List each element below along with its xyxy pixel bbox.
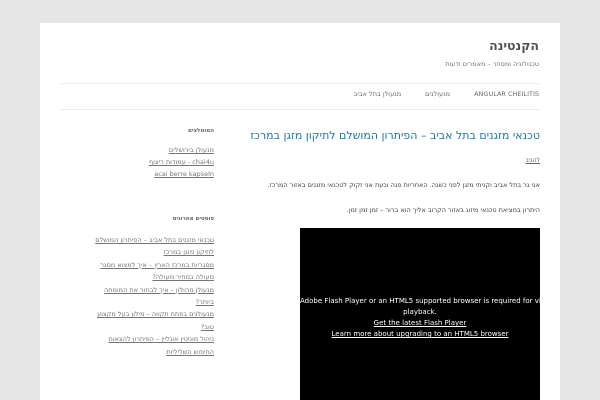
site-title[interactable]: הקנטינה (489, 38, 539, 53)
page-container: הקנטינה טכנולוגיה ומסחר – מאמרים ודעות מ… (40, 23, 560, 400)
recent-post-link[interactable]: ניהול מוניטין אונליין – הפיתרון להצאות (60, 333, 214, 345)
html5-browser-link[interactable]: Learn more about upgrading to an HTML5 b… (300, 329, 540, 340)
nav-item-locksmiths[interactable]: מנעולנים (425, 90, 450, 98)
video-fallback-message: Adobe Flash Player or an HTML5 supported… (300, 296, 554, 340)
widget-link[interactable]: chai4u - עמודות ריצוף (60, 156, 214, 168)
nav-item-angular-cheilitis[interactable]: ANGULAR CHEILITIS (474, 90, 539, 98)
post-title[interactable]: טכנאי מזגנים בתל אביב – הפיתרון המושלם ל… (250, 129, 540, 142)
widget-list-recommended: מנעולן בירושלים chai4u - עמודות ריצוף ac… (60, 144, 214, 180)
video-message-line-1: Adobe Flash Player or an HTML5 supported… (300, 297, 554, 305)
video-message-line-2: playback. (403, 308, 437, 316)
nav-item-locksmith-tel-aviv[interactable]: מנעולן בתל אביב (354, 90, 402, 98)
flash-player-link[interactable]: Get the latest Flash Player (300, 318, 540, 329)
recent-post-link[interactable]: מעולה במחיר מעולה? (60, 271, 214, 283)
recent-post-link[interactable]: מסגריות במרכז הארץ – איך למצוא מסגר (60, 259, 214, 271)
recent-post-link[interactable]: טוב? (60, 321, 214, 333)
widget-recommended: המומלצים מנעולן בירושלים chai4u - עמודות… (60, 128, 214, 180)
main-navigation: מנעולן בתל אביב מנעולנים ANGULAR CHEILIT… (354, 90, 539, 98)
recent-post-link[interactable]: לתיקון מזגן במרכז (60, 246, 214, 258)
recent-post-link[interactable]: מנעולן מהולון – איך לבחור את המומחה (60, 284, 214, 296)
video-player[interactable]: Adobe Flash Player or an HTML5 supported… (300, 228, 554, 400)
widget-link[interactable]: מנעולן בירושלים (60, 144, 214, 156)
recent-post-link[interactable]: טכנאי מזגנים בתל אביב – הפיתרון המושלם (60, 234, 214, 246)
widget-list-recent-posts: טכנאי מזגנים בתל אביב – הפיתרון המושלם ל… (60, 234, 214, 358)
widget-recent-posts: פוסטים אחרונים טכנאי מזגנים בתל אביב – ה… (60, 216, 214, 358)
nav-divider-top (60, 83, 540, 84)
post-paragraph-1: אני גר בתל אביב וקניתי מזגן לפני כשנה. ה… (267, 181, 540, 189)
recent-post-link[interactable]: ביותר? (60, 296, 214, 308)
recent-post-link[interactable]: החיפוש השליליות (60, 346, 214, 358)
recent-post-link[interactable]: מנעולנים בפתח תקווה – מילון בעל מקצוע (60, 308, 214, 320)
widget-title-recent-posts: פוסטים אחרונים (172, 216, 214, 222)
site-description: טכנולוגיה ומסחר – מאמרים ודעות (445, 60, 539, 68)
widget-link[interactable]: acai berre kapseln (60, 168, 214, 180)
nav-divider-bottom (60, 109, 540, 110)
post-paragraph-2: היתרון במציאת טכנאי מיזוג באזור הקרוב אל… (346, 206, 540, 214)
reply-link[interactable]: להגיב (525, 157, 540, 164)
widget-title-recommended: המומלצים (188, 128, 214, 134)
